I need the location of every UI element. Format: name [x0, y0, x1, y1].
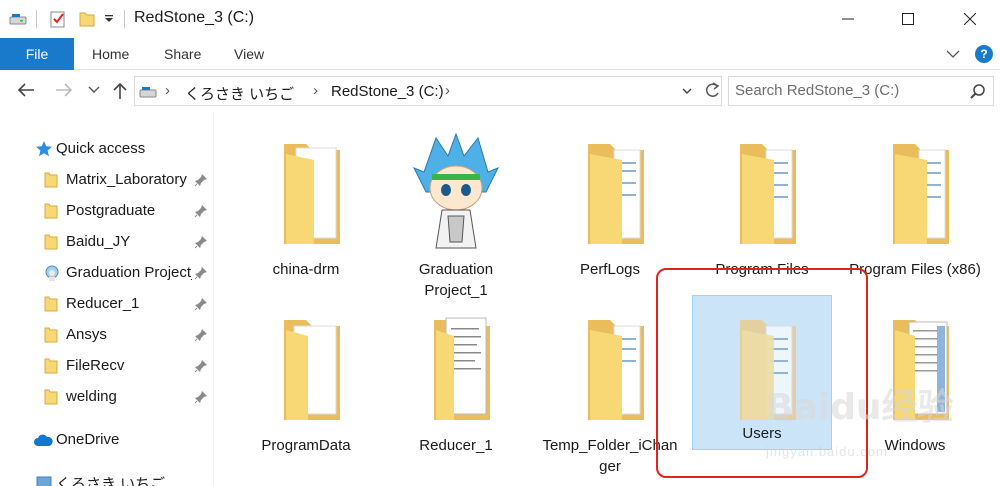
breadcrumb-user[interactable]: くろさき いちご — [185, 83, 294, 104]
folder-icon — [44, 234, 58, 250]
ribbon: File Home Share View ? — [0, 38, 1000, 70]
pin-icon[interactable] — [194, 204, 208, 218]
pin-icon[interactable] — [194, 173, 208, 187]
cloud-icon — [34, 434, 53, 446]
nav-label: くろさき いちご — [56, 476, 166, 486]
properties-icon[interactable] — [48, 9, 68, 29]
tab-file[interactable]: File — [0, 38, 74, 70]
navigation-pane: Quick access Matrix_Laboratory Postgradu… — [0, 112, 214, 486]
nav-item-ansys[interactable]: Ansys — [0, 321, 213, 349]
folder-icon — [588, 320, 644, 420]
nav-label: Ansys — [66, 326, 107, 343]
forward-icon[interactable] — [54, 81, 74, 99]
drive-icon — [139, 87, 157, 98]
back-icon[interactable] — [16, 81, 36, 99]
nav-label: Reducer_1 — [66, 295, 140, 312]
folder-avatar-icon — [45, 265, 59, 281]
item-label: ProgramData — [261, 437, 351, 454]
search-box[interactable] — [728, 76, 994, 106]
help-button[interactable]: ? — [975, 45, 993, 63]
breadcrumb-drive[interactable]: RedStone_3 (C:) — [331, 83, 444, 100]
watermark-url: jingyan.baidu.com — [766, 444, 888, 459]
nav-item-graduation-project[interactable]: Graduation Project_1 — [0, 259, 213, 287]
tab-share[interactable]: Share — [164, 38, 201, 70]
folder-icon — [284, 144, 340, 244]
nav-onedrive[interactable]: OneDrive — [0, 426, 213, 454]
title-separator — [124, 10, 125, 28]
anime-avatar-icon — [412, 132, 500, 249]
qat-dropdown-icon[interactable] — [104, 14, 114, 24]
item-label: Graduation Project_1 — [418, 261, 494, 299]
recent-locations-icon[interactable] — [88, 85, 100, 95]
pin-icon[interactable] — [194, 266, 208, 280]
breadcrumb-separator[interactable]: › — [445, 82, 450, 99]
nav-label: FileRecv — [66, 357, 125, 374]
drive-icon[interactable] — [8, 9, 28, 29]
breadcrumb-separator[interactable]: › — [313, 82, 318, 99]
pin-icon[interactable] — [194, 297, 208, 311]
nav-label: Baidu_JY — [66, 233, 131, 250]
nav-label: welding — [66, 388, 117, 405]
up-icon[interactable] — [110, 81, 130, 101]
minimize-icon — [842, 18, 854, 20]
folder-icon — [44, 203, 58, 219]
maximize-button[interactable] — [878, 0, 938, 38]
pin-icon[interactable] — [194, 390, 208, 404]
nav-item-filerecv[interactable]: FileRecv — [0, 352, 213, 380]
search-input[interactable] — [735, 82, 965, 99]
pin-icon[interactable] — [194, 359, 208, 373]
user-folder-icon — [36, 476, 52, 486]
nav-quick-access[interactable]: Quick access — [0, 135, 213, 163]
nav-label: Graduation Project_1 — [66, 264, 192, 281]
pin-icon[interactable] — [194, 328, 208, 342]
close-button[interactable] — [940, 0, 1000, 38]
tab-home[interactable]: Home — [92, 38, 129, 70]
minimize-button[interactable] — [818, 0, 878, 38]
folder-icon — [434, 317, 490, 420]
search-icon[interactable] — [969, 83, 987, 101]
nav-label: Postgraduate — [66, 202, 156, 219]
nav-label: OneDrive — [56, 431, 120, 448]
folder-icon — [44, 327, 58, 343]
folder-item-china-drm[interactable]: china-drm — [236, 124, 376, 300]
close-icon — [964, 13, 976, 25]
nav-item-reducer[interactable]: Reducer_1 — [0, 290, 213, 318]
nav-user[interactable]: くろさき いちご — [0, 468, 213, 486]
folder-item-reducer[interactable]: Reducer_1 — [386, 300, 526, 476]
item-label: Reducer_1 — [419, 437, 493, 454]
nav-item-matrix-laboratory[interactable]: Matrix_Laboratory — [0, 166, 213, 194]
window-title: RedStone_3 (C:) — [134, 9, 255, 26]
item-label: china-drm — [272, 261, 340, 278]
nav-item-postgraduate[interactable]: Postgraduate — [0, 197, 213, 225]
folder-icon — [284, 320, 340, 420]
address-bar[interactable]: › くろさき いちご › RedStone_3 (C:) › — [134, 76, 722, 106]
folder-icon — [44, 389, 58, 405]
folder-item-programdata[interactable]: ProgramData — [236, 300, 376, 476]
refresh-icon[interactable] — [703, 81, 721, 101]
navigation-bar: › くろさき いちご › RedStone_3 (C:) › — [0, 70, 1000, 112]
watermark-logo: Baidu经验 — [766, 387, 954, 428]
new-folder-icon[interactable] — [78, 9, 96, 29]
pin-icon[interactable] — [194, 235, 208, 249]
folder-icon — [44, 172, 58, 188]
folder-icon — [44, 296, 58, 312]
maximize-icon — [902, 13, 914, 25]
tab-view[interactable]: View — [234, 38, 264, 70]
expand-ribbon-icon[interactable] — [944, 45, 962, 63]
folder-icon — [588, 144, 644, 244]
folder-item-graduation-project[interactable]: Graduation Project_1 — [386, 124, 526, 300]
nav-label: Quick access — [56, 140, 146, 157]
nav-label: Matrix_Laboratory — [66, 171, 187, 188]
breadcrumb-separator[interactable]: › — [165, 82, 170, 99]
qat-separator — [36, 10, 37, 28]
folder-icon — [44, 358, 58, 374]
nav-item-baidu-jy[interactable]: Baidu_JY — [0, 228, 213, 256]
nav-item-welding[interactable]: welding — [0, 383, 213, 411]
star-icon — [36, 141, 52, 157]
watermark: Baidu经验 jingyan.baidu.com — [766, 378, 996, 468]
address-dropdown-icon[interactable] — [681, 83, 693, 99]
title-bar: RedStone_3 (C:) — [0, 0, 1000, 38]
folder-icon — [893, 144, 949, 244]
